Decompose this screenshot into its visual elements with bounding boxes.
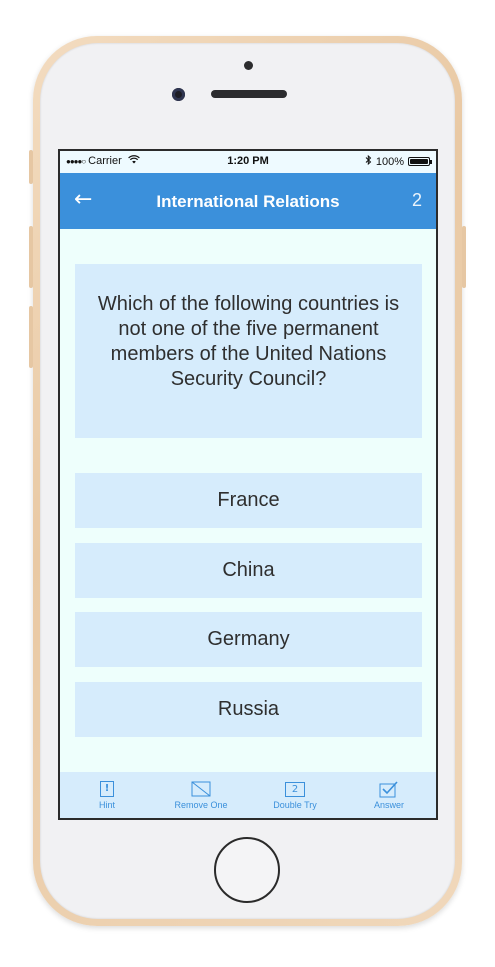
answer-option-russia[interactable]: Russia — [75, 682, 422, 737]
remove-one-button[interactable]: Remove One — [161, 780, 241, 810]
double-try-glyph: 2 — [285, 781, 305, 797]
checkbox-icon — [379, 780, 399, 798]
proximity-sensor — [244, 61, 253, 70]
battery-percent: 100% — [375, 155, 404, 168]
status-right: 100% — [365, 154, 432, 168]
question-text: Which of the following countries is not … — [97, 293, 400, 390]
double-try-label: Double Try — [273, 800, 317, 810]
earpiece-speaker — [211, 90, 287, 98]
hint-button[interactable]: ! Hint — [67, 780, 147, 810]
app-screen: ●●●●○ Carrier 1:20 PM 100% ← Internation… — [58, 149, 438, 820]
hint-glyph: ! — [100, 781, 114, 797]
page-title: International Relations — [156, 192, 340, 211]
status-bar: ●●●●○ Carrier 1:20 PM 100% — [60, 151, 436, 173]
answer-option-germany[interactable]: Germany — [75, 612, 422, 667]
volume-down-button — [29, 306, 33, 368]
front-camera — [172, 88, 185, 101]
question-card: Which of the following countries is not … — [75, 264, 422, 438]
hint-label: Hint — [98, 800, 115, 810]
remove-one-icon — [191, 780, 211, 798]
hint-icon: ! — [100, 780, 114, 798]
nav-bar: ← International Relations 2 — [60, 173, 436, 229]
double-try-button[interactable]: 2 Double Try — [255, 780, 335, 810]
mute-switch — [29, 150, 33, 184]
answer-option-china[interactable]: China — [75, 543, 422, 598]
answer-label: Answer — [373, 800, 404, 810]
bluetooth-icon — [365, 154, 372, 168]
answer-option-france[interactable]: France — [75, 473, 422, 528]
question-counter: 2 — [411, 190, 422, 210]
bottom-toolbar: ! Hint Remove One 2 Double Try Answer — [60, 772, 436, 818]
double-try-icon: 2 — [285, 780, 305, 798]
volume-up-button — [29, 226, 33, 288]
home-button[interactable] — [214, 837, 280, 903]
battery-icon — [408, 157, 432, 166]
remove-one-label: Remove One — [174, 800, 228, 810]
power-button — [462, 226, 466, 288]
answer-button[interactable]: Answer — [349, 780, 429, 810]
